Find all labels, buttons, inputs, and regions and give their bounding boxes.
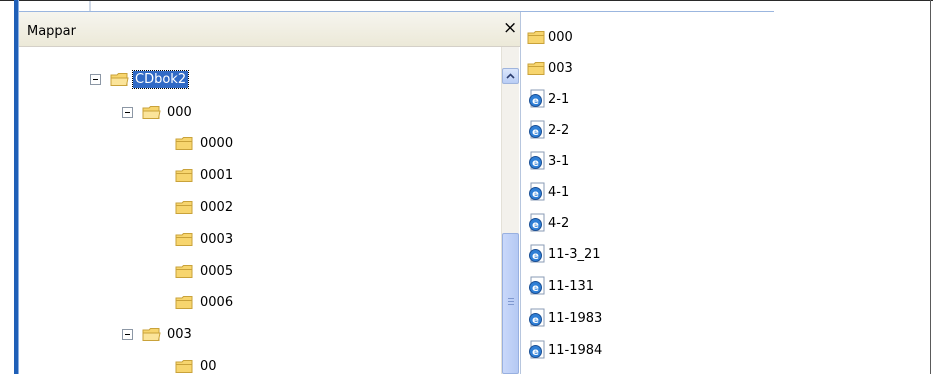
html-document-icon: e	[529, 244, 545, 263]
tree-item-003[interactable]: 003	[122, 322, 194, 346]
tree-item-00[interactable]: 00	[175, 354, 219, 378]
folder-icon	[175, 136, 193, 150]
svg-text:e: e	[532, 251, 539, 262]
list-item[interactable]: e 2-2	[527, 119, 569, 141]
collapse-icon[interactable]	[90, 73, 101, 85]
tree-item-000[interactable]: 000	[122, 100, 194, 124]
svg-text:e: e	[532, 347, 539, 358]
html-document-icon: e	[529, 120, 545, 139]
folders-pane-title: Mappar	[27, 24, 76, 39]
folder-icon	[175, 264, 193, 278]
tree-item-label: 0001	[200, 167, 234, 183]
svg-text:e: e	[532, 158, 539, 169]
folders-pane-header: Mappar ×	[19, 12, 520, 47]
list-item-label: 4-2	[548, 215, 570, 231]
tree-item-label: 003	[167, 326, 192, 342]
list-item-label: 2-1	[548, 91, 570, 107]
tree-scrollbar[interactable]	[501, 47, 519, 374]
list-item-label: 11-1984	[548, 342, 603, 358]
list-item-label: 003	[548, 60, 573, 76]
folder-open-icon	[110, 72, 129, 86]
tree-item-label: 0003	[200, 231, 234, 247]
html-document-icon: e	[529, 340, 545, 359]
grip-line	[508, 304, 514, 305]
folder-icon	[527, 61, 545, 75]
html-document-icon: e	[529, 276, 545, 295]
tree-item-label: 000	[167, 104, 192, 120]
list-item-label: 4-1	[548, 184, 570, 200]
folder-icon	[175, 295, 193, 309]
tree-item-cdbok2[interactable]: CDbok2	[90, 67, 190, 91]
folder-icon	[175, 232, 193, 246]
folder-open-icon	[142, 105, 161, 119]
window-right-border	[930, 0, 931, 374]
collapse-icon[interactable]	[122, 106, 133, 118]
list-item-label: 11-3_21	[548, 246, 601, 262]
list-item[interactable]: e 4-1	[527, 181, 569, 203]
list-item[interactable]: e 11-3_21	[527, 243, 601, 265]
tree-item-label: 0006	[200, 294, 234, 310]
close-pane-button[interactable]: ×	[503, 20, 517, 37]
grip-line	[508, 301, 514, 302]
tree-item-0003[interactable]: 0003	[175, 227, 235, 251]
list-item[interactable]: e 11-131	[527, 275, 594, 297]
svg-text:e: e	[532, 220, 539, 231]
list-item[interactable]: e 11-1984	[527, 339, 602, 361]
folder-icon	[175, 200, 193, 214]
grip-line	[508, 298, 514, 299]
folders-pane: Mappar × CDbok2 000 0000 0001 0002 0003	[19, 12, 520, 374]
tree-item-label: 0000	[200, 135, 234, 151]
tree-item-0000[interactable]: 0000	[175, 131, 235, 155]
list-item[interactable]: 000	[527, 26, 573, 48]
svg-text:e: e	[532, 283, 539, 294]
list-item-label: 000	[548, 29, 573, 45]
html-document-icon: e	[529, 89, 545, 108]
list-item[interactable]: e 11-1983	[527, 307, 602, 329]
list-item[interactable]: e 2-1	[527, 88, 569, 110]
svg-text:e: e	[532, 189, 539, 200]
html-document-icon: e	[529, 308, 545, 327]
html-document-icon: e	[529, 213, 545, 232]
chevron-up-icon	[506, 73, 515, 79]
list-item-label: 11-131	[548, 278, 595, 294]
scroll-up-button[interactable]	[502, 68, 519, 84]
folder-open-icon	[142, 327, 161, 341]
list-item-label: 3-1	[548, 153, 570, 169]
list-item[interactable]: e 3-1	[527, 150, 569, 172]
folder-tree: CDbok2 000 0000 0001 0002 0003 0005 0006…	[19, 47, 501, 374]
tree-item-label: 00	[200, 358, 217, 374]
html-document-icon: e	[529, 182, 545, 201]
folder-icon	[175, 359, 193, 373]
list-item[interactable]: 003	[527, 57, 573, 79]
list-item-label: 11-1983	[548, 310, 603, 326]
tree-item-0002[interactable]: 0002	[175, 195, 235, 219]
file-list: 000 003 e 2-1 e 2-2 e 3-1 e 4-1 e 4-2 e …	[521, 12, 929, 374]
toolbar-strip	[19, 1, 774, 12]
list-item-label: 2-2	[548, 122, 570, 138]
tree-item-label: CDbok2	[131, 69, 190, 89]
tree-item-0006[interactable]: 0006	[175, 290, 235, 314]
html-document-icon: e	[529, 151, 545, 170]
folder-icon	[527, 30, 545, 44]
scroll-thumb[interactable]	[502, 233, 519, 374]
folder-icon	[175, 168, 193, 182]
svg-text:e: e	[532, 127, 539, 138]
svg-text:e: e	[532, 96, 539, 107]
tree-item-label: 0002	[200, 199, 234, 215]
tree-item-0001[interactable]: 0001	[175, 163, 235, 187]
collapse-icon[interactable]	[122, 328, 133, 340]
svg-text:e: e	[532, 315, 539, 326]
tree-item-0005[interactable]: 0005	[175, 259, 235, 283]
tree-item-label: 0005	[200, 263, 234, 279]
list-item[interactable]: e 4-2	[527, 212, 569, 234]
